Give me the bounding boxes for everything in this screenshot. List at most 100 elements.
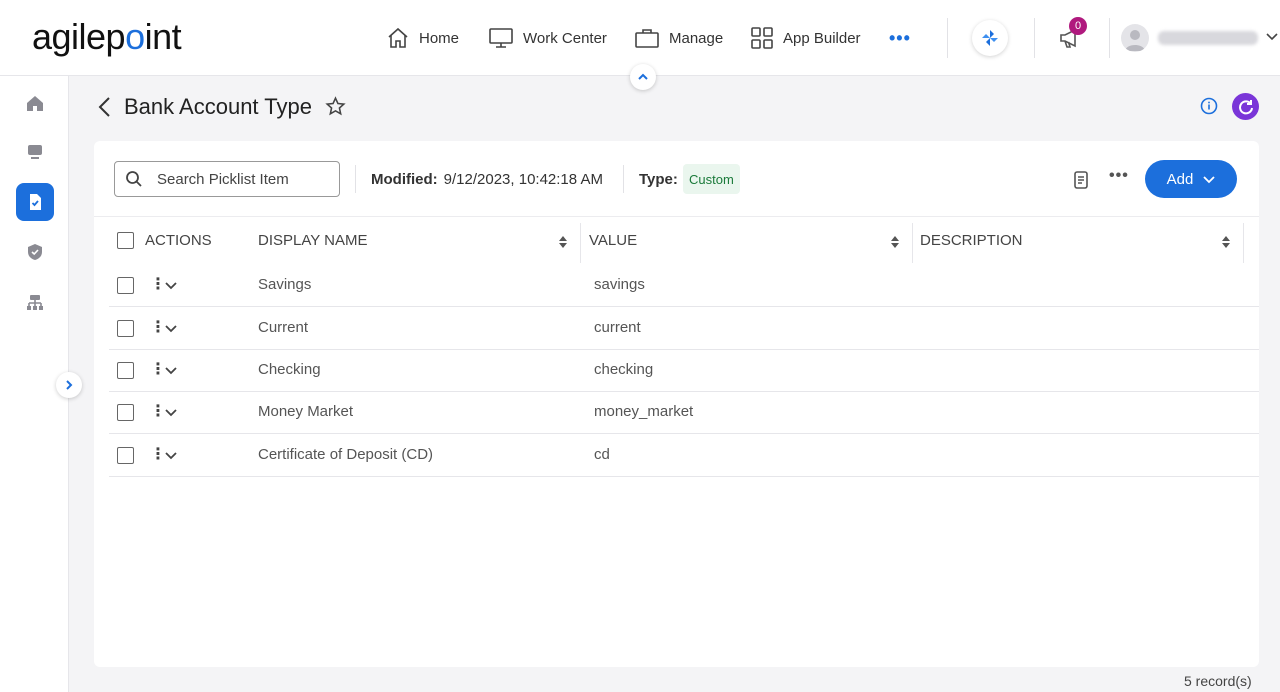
- add-button-label: Add: [1166, 170, 1194, 188]
- page-title: Bank Account Type: [124, 94, 312, 119]
- column-header-description[interactable]: DESCRIPTION: [920, 217, 1023, 263]
- toolbar-divider: [355, 165, 356, 193]
- sidebar-item-home[interactable]: [16, 84, 54, 122]
- chevron-down-icon[interactable]: [165, 281, 177, 291]
- nav-more-button[interactable]: •••: [889, 28, 911, 49]
- picklist-card: Modified: 9/12/2023, 10:42:18 AM Type: Cu…: [94, 141, 1259, 667]
- chevron-down-icon: [1203, 176, 1215, 184]
- home-icon: [27, 96, 43, 111]
- nav-divider: [1034, 18, 1035, 58]
- collapse-header-button[interactable]: [630, 64, 656, 90]
- cell-display-name: Money Market: [258, 403, 354, 420]
- cell-display-name: Certificate of Deposit (CD): [258, 446, 434, 463]
- column-header-value[interactable]: VALUE: [589, 217, 637, 263]
- expand-sidebar-button[interactable]: [56, 372, 82, 398]
- row-checkbox[interactable]: [117, 404, 134, 421]
- column-divider: [912, 223, 913, 263]
- sidebar-item-hierarchy[interactable]: [16, 284, 54, 322]
- home-icon: [388, 27, 408, 48]
- nav-app-builder[interactable]: App Builder: [750, 22, 861, 54]
- row-checkbox[interactable]: [117, 447, 134, 464]
- shield-icon: [28, 244, 42, 260]
- nav-manage-label: Manage: [669, 29, 724, 47]
- table-row: ⋮ Checking checking: [109, 349, 1259, 392]
- modified-label: Modified:: [371, 171, 438, 188]
- nav-manage[interactable]: Manage: [634, 22, 723, 54]
- sidebar-item-picklists[interactable]: [16, 183, 54, 221]
- column-header-actions: ACTIONS: [145, 231, 212, 249]
- sidebar-item-security[interactable]: [16, 233, 54, 271]
- row-checkbox[interactable]: [117, 320, 134, 337]
- chevron-down-icon[interactable]: [165, 324, 177, 334]
- user-name-redacted[interactable]: [1158, 31, 1258, 45]
- more-options-button[interactable]: •••: [1109, 167, 1129, 185]
- cell-value: money_market: [594, 403, 694, 420]
- toolbar-divider: [623, 165, 624, 193]
- nav-home-label: Home: [419, 29, 460, 47]
- search-input[interactable]: [157, 170, 327, 188]
- row-actions-menu-icon[interactable]: ⋮: [150, 320, 166, 336]
- cell-value: savings: [594, 276, 645, 293]
- grid-icon: [751, 27, 773, 49]
- logo-text-start: agilep: [32, 16, 126, 57]
- notification-count-badge: 0: [1069, 17, 1087, 35]
- chevron-down-icon[interactable]: [1266, 30, 1278, 42]
- select-all-checkbox[interactable]: [117, 231, 134, 249]
- back-arrow-icon[interactable]: [96, 96, 114, 118]
- favorite-star-icon[interactable]: [325, 96, 346, 117]
- nav-work-center[interactable]: Work Center: [488, 22, 607, 54]
- logo-mark: o: [125, 16, 145, 57]
- chevron-down-icon[interactable]: [165, 366, 177, 376]
- modified-value: 9/12/2023, 10:42:18 AM: [443, 171, 603, 188]
- search-box[interactable]: [114, 161, 340, 197]
- table-row: ⋮ Certificate of Deposit (CD) cd: [109, 434, 1259, 477]
- type-label: Type:: [639, 171, 678, 188]
- cell-value: checking: [594, 361, 654, 378]
- record-count: 5 record(s): [1184, 673, 1252, 689]
- ai-assistant-button[interactable]: [972, 20, 1008, 56]
- sort-icon[interactable]: [891, 236, 899, 248]
- cell-value: current: [594, 319, 641, 336]
- row-actions-menu-icon[interactable]: ⋮: [150, 447, 166, 463]
- add-button[interactable]: Add: [1145, 160, 1237, 198]
- hierarchy-icon: [27, 295, 43, 310]
- column-divider: [580, 223, 581, 263]
- row-actions-menu-icon[interactable]: ⋮: [150, 404, 166, 420]
- chevron-down-icon[interactable]: [165, 451, 177, 461]
- chevron-down-icon[interactable]: [165, 408, 177, 418]
- type-info: Type:: [639, 171, 684, 188]
- table-row: ⋮ Savings savings: [109, 264, 1259, 307]
- table-row: ⋮ Money Market money_market: [109, 391, 1259, 434]
- monitor-icon: [489, 28, 513, 48]
- row-checkbox[interactable]: [117, 277, 134, 294]
- search-icon: [126, 171, 142, 187]
- cell-value: cd: [594, 446, 610, 463]
- table-header: ACTIONS DISPLAY NAME VALUE DESCRIPTION: [109, 217, 1259, 263]
- row-actions-menu-icon[interactable]: ⋮: [150, 277, 166, 293]
- sort-icon[interactable]: [559, 236, 567, 248]
- user-avatar[interactable]: [1121, 24, 1149, 52]
- column-header-display-name[interactable]: DISPLAY NAME: [258, 217, 367, 263]
- nav-home[interactable]: Home: [386, 22, 459, 54]
- chevron-right-icon: [66, 380, 73, 390]
- row-actions-menu-icon[interactable]: ⋮: [150, 362, 166, 378]
- cell-display-name: Checking: [258, 361, 321, 378]
- nav-divider: [947, 18, 948, 58]
- briefcase-icon: [635, 29, 659, 48]
- refresh-button[interactable]: [1232, 93, 1259, 120]
- agilepoint-logo[interactable]: agilepoint: [32, 16, 182, 58]
- document-icon[interactable]: [1072, 170, 1090, 190]
- cell-display-name: Current: [258, 319, 309, 336]
- sidebar-item-work-center[interactable]: [16, 133, 54, 171]
- cell-display-name: Savings: [258, 276, 312, 293]
- refresh-icon: [1238, 99, 1253, 114]
- sort-icon[interactable]: [1222, 236, 1230, 248]
- info-icon[interactable]: [1200, 97, 1218, 115]
- pinwheel-icon: [982, 30, 998, 46]
- nav-divider: [1109, 18, 1110, 58]
- row-checkbox[interactable]: [117, 362, 134, 379]
- chevron-up-icon: [638, 73, 648, 80]
- nav-app-builder-label: App Builder: [783, 29, 861, 47]
- monitor-icon: [28, 145, 42, 159]
- table-row: ⋮ Current current: [109, 307, 1259, 350]
